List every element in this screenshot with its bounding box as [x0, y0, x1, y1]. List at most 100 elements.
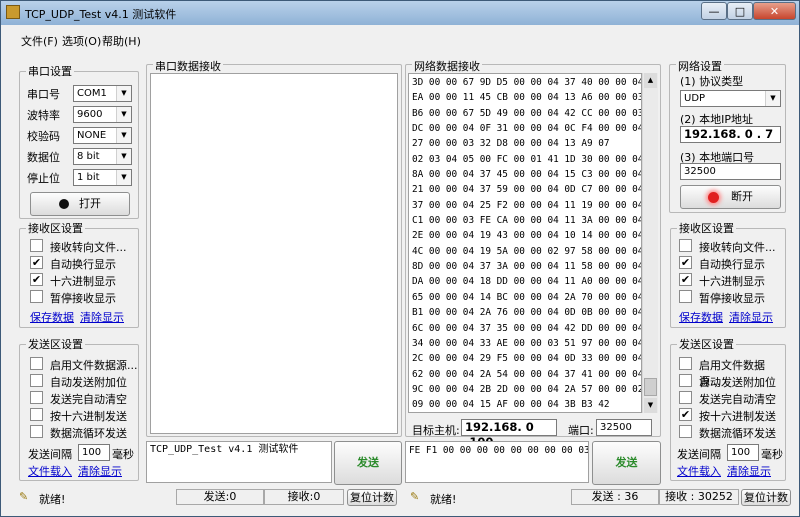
- disconnect-label: 断开: [731, 190, 753, 203]
- net-recv-line: B6 00 00 67 5D 49 00 00 04 42 CC 00 00 0…: [412, 107, 642, 119]
- net-recv-line: DC 00 00 04 0F 31 00 00 04 0C F4 00 00 0…: [412, 123, 642, 135]
- net-auto-wrap-checkbox[interactable]: ✔: [679, 256, 692, 269]
- net-recv-line: C1 00 00 03 FE CA 00 00 04 11 3A 00 00 0…: [412, 215, 642, 227]
- target-host-input[interactable]: 192.168. 0 .100: [461, 419, 557, 449]
- net-recv-line: 62 00 00 04 2A 54 00 00 04 37 41 00 00 0…: [412, 368, 642, 380]
- stopbits-select[interactable]: 1 bit ▼: [73, 169, 132, 186]
- serial-recv-textarea[interactable]: [150, 73, 398, 434]
- databits-select[interactable]: 8 bit ▼: [73, 148, 132, 165]
- serial-loop-send-label: 数据流循环发送: [50, 427, 127, 440]
- serial-hex-send-checkbox[interactable]: [30, 408, 43, 421]
- net-clear-send-link[interactable]: 清除显示: [727, 463, 771, 479]
- net-recv-to-file-checkbox[interactable]: [679, 239, 692, 252]
- serial-hex-display-checkbox[interactable]: ✔: [30, 273, 43, 286]
- net-recv-line: 4C 00 00 04 19 5A 00 00 02 97 58 00 00 0…: [412, 245, 642, 257]
- serial-file-source-label: 启用文件数据源...: [50, 359, 138, 372]
- title-bar[interactable]: TCP_UDP_Test v4.1 测试软件 — □ ✕: [1, 1, 799, 25]
- local-port-input[interactable]: 32500: [680, 163, 781, 180]
- parity-select[interactable]: NONE ▼: [73, 127, 132, 144]
- scroll-down-icon[interactable]: ▼: [644, 398, 657, 413]
- menu-help[interactable]: 帮助(H): [102, 33, 141, 49]
- net-recv-line: 34 00 00 04 33 AE 00 00 03 51 97 00 00 0…: [412, 337, 642, 349]
- net-hex-display-checkbox[interactable]: ✔: [679, 273, 692, 286]
- net-hex-display-label: 十六进制显示: [699, 275, 765, 288]
- chevron-down-icon: ▼: [116, 86, 131, 101]
- net-send-textarea[interactable]: FE F1 00 00 00 00 00 00 00 00 03 03 FF: [405, 441, 589, 483]
- maximize-button[interactable]: □: [727, 2, 753, 20]
- net-save-data-link[interactable]: 保存数据: [679, 309, 723, 325]
- scroll-thumb[interactable]: [644, 378, 657, 396]
- protocol-value: UDP: [684, 93, 706, 104]
- menu-file[interactable]: 文件(F): [21, 33, 58, 49]
- open-port-button[interactable]: 打开: [30, 192, 130, 216]
- target-port-label: 端口:: [568, 424, 594, 437]
- net-load-file-link[interactable]: 文件载入: [677, 463, 721, 479]
- net-loop-send-checkbox[interactable]: [679, 425, 692, 438]
- net-pause-checkbox[interactable]: [679, 290, 692, 303]
- serial-clear-recv-link[interactable]: 清除显示: [80, 309, 124, 325]
- serial-auto-wrap-checkbox[interactable]: ✔: [30, 256, 43, 269]
- serial-interval-input[interactable]: 100: [78, 444, 110, 461]
- serial-recv-to-file-checkbox[interactable]: [30, 239, 43, 252]
- net-recv-line: 02 03 04 05 00 FC 00 01 41 1D 30 00 00 0…: [412, 153, 642, 165]
- net-recv-line: 6C 00 00 04 37 35 00 00 04 42 DD 00 00 0…: [412, 322, 642, 334]
- serial-load-file-link[interactable]: 文件载入: [28, 463, 72, 479]
- protocol-select[interactable]: UDP ▼: [680, 90, 781, 107]
- port-label: 串口号: [27, 88, 60, 101]
- net-settings-title: 网络设置: [676, 60, 724, 73]
- net-recv-line: B1 00 00 04 2A 76 00 00 04 0D 0B 00 00 0…: [412, 307, 642, 319]
- net-clear-recv-link[interactable]: 清除显示: [729, 309, 773, 325]
- net-auto-clear-label: 发送完自动清空: [699, 393, 776, 406]
- close-button[interactable]: ✕: [753, 2, 796, 20]
- chevron-down-icon: ▼: [765, 91, 780, 106]
- net-recv-line: 9C 00 00 04 2B 2D 00 00 04 2A 57 00 00 0…: [412, 383, 642, 395]
- net-auto-clear-checkbox[interactable]: [679, 391, 692, 404]
- port-select[interactable]: COM1 ▼: [73, 85, 132, 102]
- net-recv-line: EA 00 00 11 45 CB 00 00 04 13 A6 00 00 0…: [412, 92, 642, 104]
- serial-reset-count-button[interactable]: 复位计数: [347, 489, 397, 506]
- baud-select[interactable]: 9600 ▼: [73, 106, 132, 123]
- net-interval-unit: 毫秒: [761, 448, 783, 461]
- open-port-label: 打开: [79, 197, 101, 210]
- serial-save-data-link[interactable]: 保存数据: [30, 309, 74, 325]
- net-interval-input[interactable]: 100: [727, 444, 759, 461]
- net-recv-textarea[interactable]: 3D 00 00 67 9D D5 00 00 04 37 40 00 00 0…: [408, 73, 642, 413]
- net-recv-scrollbar[interactable]: ▲ ▼: [642, 73, 658, 413]
- serial-pause-checkbox[interactable]: [30, 290, 43, 303]
- serial-auto-clear-checkbox[interactable]: [30, 391, 43, 404]
- serial-append-bits-label: 自动发送附加位: [50, 376, 127, 389]
- net-append-bits-checkbox[interactable]: [679, 374, 692, 387]
- main-window: TCP_UDP_Test v4.1 测试软件 — □ ✕ 文件(F) 选项(O)…: [0, 0, 800, 517]
- parity-label: 校验码: [27, 130, 60, 143]
- net-send-title: 发送区设置: [677, 338, 736, 351]
- serial-loop-send-checkbox[interactable]: [30, 425, 43, 438]
- led-on-icon: [708, 191, 719, 203]
- serial-file-source-checkbox[interactable]: [30, 357, 43, 370]
- net-append-bits-label: 自动发送附加位: [699, 376, 776, 389]
- net-interval-label: 发送间隔: [677, 448, 721, 461]
- net-hex-send-checkbox[interactable]: ✔: [679, 408, 692, 421]
- net-recv-line: 21 00 00 04 37 59 00 00 04 0D C7 00 00 0…: [412, 184, 642, 196]
- disconnect-button[interactable]: 断开: [680, 185, 781, 209]
- net-file-source-checkbox[interactable]: [679, 357, 692, 370]
- serial-send-settings-group: 发送区设置 启用文件数据源... 自动发送附加位 发送完自动清空 按十六进制发送…: [19, 338, 139, 481]
- local-ip-input[interactable]: 192.168. 0 . 7: [680, 126, 781, 143]
- net-hex-send-label: 按十六进制发送: [699, 410, 776, 423]
- net-auto-wrap-label: 自动换行显示: [699, 258, 765, 271]
- serial-send-button[interactable]: 发送: [334, 441, 402, 485]
- minimize-button[interactable]: —: [701, 2, 727, 20]
- ready-icon: ✎: [19, 490, 29, 503]
- databits-label: 数据位: [27, 151, 60, 164]
- serial-append-bits-checkbox[interactable]: [30, 374, 43, 387]
- menu-options[interactable]: 选项(O): [62, 33, 101, 49]
- scroll-up-icon[interactable]: ▲: [644, 73, 657, 88]
- net-recv-count: 接收 : 30252: [659, 489, 739, 505]
- net-reset-count-button[interactable]: 复位计数: [741, 489, 791, 506]
- chevron-down-icon: ▼: [116, 149, 131, 164]
- baud-label: 波特率: [27, 109, 60, 122]
- serial-send-textarea[interactable]: TCP_UDP_Test v4.1 测试软件: [146, 441, 332, 483]
- serial-auto-wrap-label: 自动换行显示: [50, 258, 116, 271]
- target-port-input[interactable]: 32500: [596, 419, 652, 436]
- serial-clear-send-link[interactable]: 清除显示: [78, 463, 122, 479]
- net-send-button[interactable]: 发送: [592, 441, 661, 485]
